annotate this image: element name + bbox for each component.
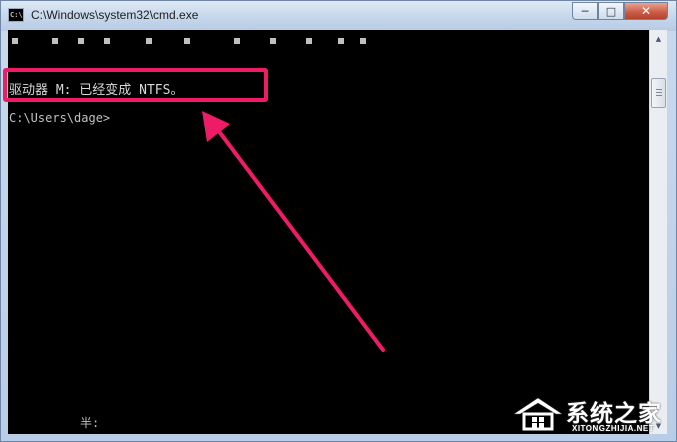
watermark-brand: 系统之家 <box>566 401 662 427</box>
watermark-url: XITONGZHIJIA.NET <box>572 424 655 433</box>
pointer-arrow-icon <box>202 111 385 352</box>
house-logo-icon <box>513 397 563 431</box>
watermark: 系统之家 XITONGZHIJIA.NET <box>510 392 672 440</box>
